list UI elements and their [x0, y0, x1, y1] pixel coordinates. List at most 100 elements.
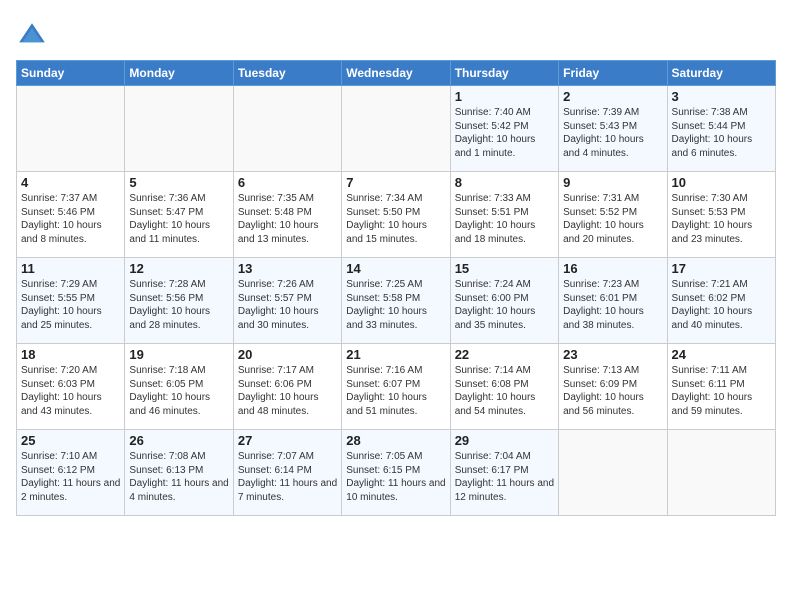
day-number: 4: [21, 175, 120, 190]
calendar-table: SundayMondayTuesdayWednesdayThursdayFrid…: [16, 60, 776, 516]
day-number: 26: [129, 433, 228, 448]
page-header: [16, 16, 776, 52]
calendar-cell: 24 Sunrise: 7:11 AM Sunset: 6:11 PM Dayli…: [667, 344, 775, 430]
calendar-cell: 28Sunrise: 7:05 AM Sunset: 6:15 PM Dayli…: [342, 430, 450, 516]
calendar-cell: [125, 86, 233, 172]
day-number: 27: [238, 433, 337, 448]
day-number: 6: [238, 175, 337, 190]
day-number: 29: [455, 433, 554, 448]
day-info: Sunrise: 7:10 AM Sunset: 6:12 PM Dayligh…: [21, 450, 120, 504]
calendar-cell: 7 Sunrise: 7:34 AM Sunset: 5:50 PM Daylig…: [342, 172, 450, 258]
day-number: 21: [346, 347, 445, 362]
day-number: 25: [21, 433, 120, 448]
calendar-cell: 11Sunrise: 7:29 AM Sunset: 5:55 PM Dayli…: [17, 258, 125, 344]
day-number: 18: [21, 347, 120, 362]
calendar-cell: 6 Sunrise: 7:35 AM Sunset: 5:48 PM Daylig…: [233, 172, 341, 258]
day-number: 5: [129, 175, 228, 190]
calendar-cell: 10Sunrise: 7:30 AM Sunset: 5:53 PM Dayli…: [667, 172, 775, 258]
week-row-3: 11Sunrise: 7:29 AM Sunset: 5:55 PM Dayli…: [17, 258, 776, 344]
calendar-cell: [342, 86, 450, 172]
calendar-cell: 27Sunrise: 7:07 AM Sunset: 6:14 PM Dayli…: [233, 430, 341, 516]
day-number: 7: [346, 175, 445, 190]
calendar-cell: 15 Sunrise: 7:24 AM Sunset: 6:00 PM Dayli…: [450, 258, 558, 344]
calendar-cell: 4 Sunrise: 7:37 AM Sunset: 5:46 PM Daylig…: [17, 172, 125, 258]
day-info: Sunrise: 7:08 AM Sunset: 6:13 PM Dayligh…: [129, 450, 228, 504]
week-row-1: 1 Sunrise: 7:40 AM Sunset: 5:42 PM Daylig…: [17, 86, 776, 172]
day-number: 3: [672, 89, 771, 104]
day-info: Sunrise: 7:17 AM Sunset: 6:06 PM Dayligh…: [238, 364, 337, 418]
calendar-cell: 12 Sunrise: 7:28 AM Sunset: 5:56 PM Dayli…: [125, 258, 233, 344]
day-info: Sunrise: 7:25 AM Sunset: 5:58 PM Dayligh…: [346, 278, 445, 332]
calendar-cell: 5Sunrise: 7:36 AM Sunset: 5:47 PM Daylig…: [125, 172, 233, 258]
day-number: 17: [672, 261, 771, 276]
day-info: Sunrise: 7:37 AM Sunset: 5:46 PM Dayligh…: [21, 192, 120, 246]
day-info: Sunrise: 7:40 AM Sunset: 5:42 PM Dayligh…: [455, 106, 554, 160]
day-number: 23: [563, 347, 662, 362]
day-info: Sunrise: 7:34 AM Sunset: 5:50 PM Dayligh…: [346, 192, 445, 246]
calendar-cell: 25 Sunrise: 7:10 AM Sunset: 6:12 PM Dayli…: [17, 430, 125, 516]
day-info: Sunrise: 7:39 AM Sunset: 5:43 PM Dayligh…: [563, 106, 662, 160]
calendar-cell: 29 Sunrise: 7:04 AM Sunset: 6:17 PM Dayli…: [450, 430, 558, 516]
day-info: Sunrise: 7:28 AM Sunset: 5:56 PM Dayligh…: [129, 278, 228, 332]
day-info: Sunrise: 7:31 AM Sunset: 5:52 PM Dayligh…: [563, 192, 662, 246]
day-info: Sunrise: 7:18 AM Sunset: 6:05 PM Dayligh…: [129, 364, 228, 418]
day-info: Sunrise: 7:11 AM Sunset: 6:11 PM Dayligh…: [672, 364, 771, 418]
calendar-cell: 21 Sunrise: 7:16 AM Sunset: 6:07 PM Dayli…: [342, 344, 450, 430]
calendar-cell: 26 Sunrise: 7:08 AM Sunset: 6:13 PM Dayli…: [125, 430, 233, 516]
day-header-friday: Friday: [559, 61, 667, 86]
day-info: Sunrise: 7:13 AM Sunset: 6:09 PM Dayligh…: [563, 364, 662, 418]
day-number: 10: [672, 175, 771, 190]
day-info: Sunrise: 7:26 AM Sunset: 5:57 PM Dayligh…: [238, 278, 337, 332]
calendar-cell: [233, 86, 341, 172]
day-number: 16: [563, 261, 662, 276]
day-info: Sunrise: 7:04 AM Sunset: 6:17 PM Dayligh…: [455, 450, 554, 504]
day-number: 12: [129, 261, 228, 276]
day-number: 13: [238, 261, 337, 276]
day-number: 19: [129, 347, 228, 362]
calendar-cell: 1 Sunrise: 7:40 AM Sunset: 5:42 PM Daylig…: [450, 86, 558, 172]
calendar-cell: 19 Sunrise: 7:18 AM Sunset: 6:05 PM Dayli…: [125, 344, 233, 430]
day-info: Sunrise: 7:24 AM Sunset: 6:00 PM Dayligh…: [455, 278, 554, 332]
calendar-cell: [559, 430, 667, 516]
calendar-cell: 8Sunrise: 7:33 AM Sunset: 5:51 PM Daylig…: [450, 172, 558, 258]
day-number: 22: [455, 347, 554, 362]
day-info: Sunrise: 7:20 AM Sunset: 6:03 PM Dayligh…: [21, 364, 120, 418]
calendar-cell: 20 Sunrise: 7:17 AM Sunset: 6:06 PM Dayli…: [233, 344, 341, 430]
calendar-cell: 17 Sunrise: 7:21 AM Sunset: 6:02 PM Dayli…: [667, 258, 775, 344]
week-row-2: 4 Sunrise: 7:37 AM Sunset: 5:46 PM Daylig…: [17, 172, 776, 258]
calendar-cell: 13 Sunrise: 7:26 AM Sunset: 5:57 PM Dayli…: [233, 258, 341, 344]
day-number: 20: [238, 347, 337, 362]
day-header-tuesday: Tuesday: [233, 61, 341, 86]
day-info: Sunrise: 7:33 AM Sunset: 5:51 PM Dayligh…: [455, 192, 554, 246]
calendar-cell: 18 Sunrise: 7:20 AM Sunset: 6:03 PM Dayli…: [17, 344, 125, 430]
week-row-4: 18 Sunrise: 7:20 AM Sunset: 6:03 PM Dayli…: [17, 344, 776, 430]
calendar-cell: [667, 430, 775, 516]
days-header-row: SundayMondayTuesdayWednesdayThursdayFrid…: [17, 61, 776, 86]
day-header-thursday: Thursday: [450, 61, 558, 86]
calendar-cell: 3 Sunrise: 7:38 AM Sunset: 5:44 PM Daylig…: [667, 86, 775, 172]
day-info: Sunrise: 7:21 AM Sunset: 6:02 PM Dayligh…: [672, 278, 771, 332]
day-header-sunday: Sunday: [17, 61, 125, 86]
day-info: Sunrise: 7:14 AM Sunset: 6:08 PM Dayligh…: [455, 364, 554, 418]
calendar-cell: 9Sunrise: 7:31 AM Sunset: 5:52 PM Daylig…: [559, 172, 667, 258]
day-header-saturday: Saturday: [667, 61, 775, 86]
day-info: Sunrise: 7:23 AM Sunset: 6:01 PM Dayligh…: [563, 278, 662, 332]
day-number: 15: [455, 261, 554, 276]
week-row-5: 25 Sunrise: 7:10 AM Sunset: 6:12 PM Dayli…: [17, 430, 776, 516]
day-header-monday: Monday: [125, 61, 233, 86]
calendar-cell: 22 Sunrise: 7:14 AM Sunset: 6:08 PM Dayli…: [450, 344, 558, 430]
day-info: Sunrise: 7:16 AM Sunset: 6:07 PM Dayligh…: [346, 364, 445, 418]
day-number: 14: [346, 261, 445, 276]
day-info: Sunrise: 7:35 AM Sunset: 5:48 PM Dayligh…: [238, 192, 337, 246]
day-number: 1: [455, 89, 554, 104]
calendar-cell: 2Sunrise: 7:39 AM Sunset: 5:43 PM Daylig…: [559, 86, 667, 172]
day-number: 24: [672, 347, 771, 362]
calendar-cell: 23 Sunrise: 7:13 AM Sunset: 6:09 PM Dayli…: [559, 344, 667, 430]
calendar-cell: 14 Sunrise: 7:25 AM Sunset: 5:58 PM Dayli…: [342, 258, 450, 344]
day-info: Sunrise: 7:38 AM Sunset: 5:44 PM Dayligh…: [672, 106, 771, 160]
logo: [16, 20, 52, 52]
day-info: Sunrise: 7:05 AM Sunset: 6:15 PM Dayligh…: [346, 450, 445, 504]
day-header-wednesday: Wednesday: [342, 61, 450, 86]
day-info: Sunrise: 7:29 AM Sunset: 5:55 PM Dayligh…: [21, 278, 120, 332]
logo-icon: [16, 20, 48, 52]
